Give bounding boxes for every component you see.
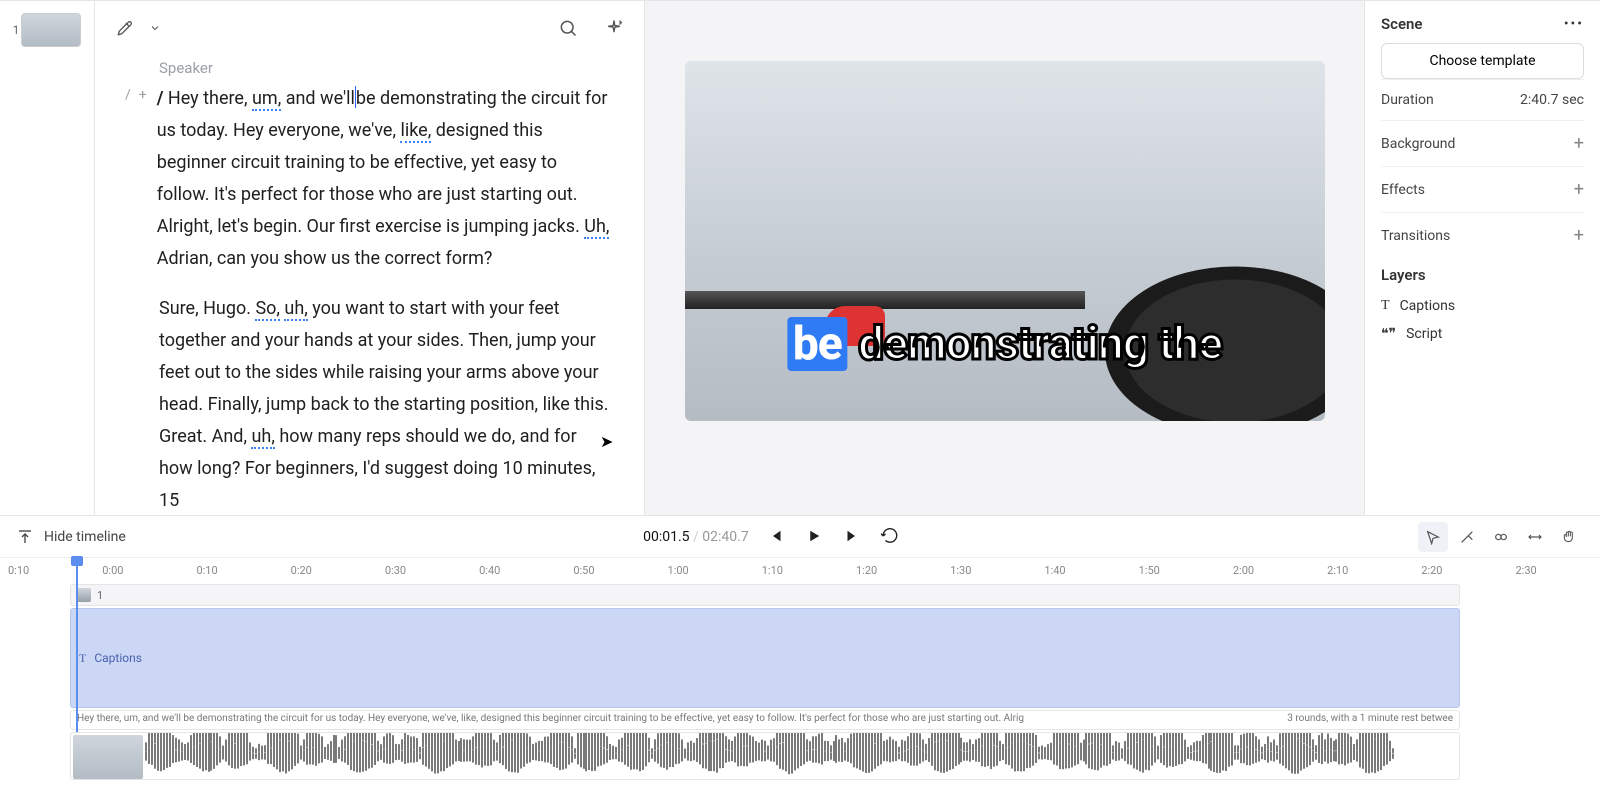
filler-word[interactable]: uh,	[284, 298, 307, 321]
timeline-ruler[interactable]: 0:100:000:100:200:300:400:501:001:101:20…	[0, 558, 1600, 582]
plus-icon[interactable]: +	[1574, 133, 1584, 154]
plus-icon[interactable]: +	[1574, 225, 1584, 246]
effects-label: Effects	[1381, 182, 1425, 198]
filler-word[interactable]: um,	[252, 88, 281, 111]
scene-index: 1	[13, 23, 20, 37]
collapse-icon	[16, 528, 34, 546]
video-preview-area: be demonstrating the	[645, 1, 1365, 515]
properties-panel: Scene ••• Choose template Duration 2:40.…	[1365, 1, 1600, 515]
filler-word[interactable]: like,	[400, 120, 431, 143]
timeline-tools	[1418, 522, 1584, 552]
effects-row[interactable]: Effects +	[1381, 166, 1584, 212]
caption-overlay: be demonstrating the	[787, 317, 1222, 371]
script-toolbar	[95, 1, 644, 55]
hide-timeline-button[interactable]: Hide timeline	[16, 528, 126, 546]
video-preview[interactable]: be demonstrating the	[685, 61, 1325, 421]
chevron-down-icon[interactable]	[143, 16, 167, 40]
transitions-label: Transitions	[1381, 228, 1450, 244]
more-icon[interactable]: •••	[1564, 16, 1584, 32]
loop-button[interactable]	[881, 527, 901, 547]
layer-script[interactable]: ❝❞ Script	[1381, 320, 1584, 348]
time-current: 00:01.5	[643, 529, 689, 545]
quotes-icon: ❝❞	[1381, 326, 1396, 342]
plus-icon[interactable]: +	[1574, 179, 1584, 200]
layers-heading: Layers	[1381, 266, 1584, 284]
script-body[interactable]: Speaker / + / Hey there, um, and we'llbe…	[95, 55, 644, 515]
script-track[interactable]: Hey there, um, and we'll be demonstratin…	[70, 710, 1460, 730]
panel-title: Scene	[1381, 15, 1423, 33]
text-icon: T	[1381, 298, 1390, 314]
filler-word[interactable]: So,	[255, 298, 280, 321]
search-icon[interactable]	[556, 16, 580, 40]
speaker-label[interactable]: Speaker	[159, 59, 614, 77]
waveform	[145, 737, 1455, 775]
script-panel: Speaker / + / Hey there, um, and we'llbe…	[95, 1, 645, 515]
playback-controls: 00:01.5 / 02:40.7	[643, 527, 901, 547]
hand-tool[interactable]	[1554, 522, 1584, 552]
timeline-tracks[interactable]: 1 T Captions Hey there, um, and we'll be…	[0, 584, 1600, 780]
sparkle-icon[interactable]	[602, 16, 626, 40]
duration-row: Duration 2:40.7 sec	[1381, 79, 1584, 120]
scene-thumbnail-image	[21, 13, 81, 47]
play-button[interactable]	[805, 527, 825, 547]
audio-track[interactable]	[70, 732, 1460, 780]
transcript-paragraph-2[interactable]: Sure, Hugo. So, uh, you want to start wi…	[159, 293, 614, 515]
clip-thumbnail	[73, 735, 143, 779]
scene-thumb-mini	[77, 588, 91, 602]
duration-label: Duration	[1381, 92, 1434, 108]
layer-captions[interactable]: T Captions	[1381, 292, 1584, 320]
skip-forward-button[interactable]	[843, 527, 863, 547]
preview-graphic	[685, 291, 1085, 309]
filler-word[interactable]: uh,	[251, 426, 274, 449]
transcript-paragraph-1[interactable]: / Hey there, um, and we'llbe demonstrati…	[157, 83, 614, 275]
playhead[interactable]	[76, 562, 78, 734]
scene-thumbnail-1[interactable]: 1	[13, 13, 82, 47]
slash-command-button[interactable]: /	[125, 87, 131, 275]
scene-thumbnails: 1	[0, 1, 95, 515]
select-tool[interactable]	[1418, 522, 1448, 552]
time-total: 02:40.7	[702, 529, 748, 545]
link-tool[interactable]	[1486, 522, 1516, 552]
filler-word[interactable]: Uh,	[584, 216, 609, 239]
blade-tool[interactable]	[1452, 522, 1482, 552]
pen-icon[interactable]	[113, 16, 137, 40]
caption-highlight-word: be	[787, 317, 848, 371]
scene-track[interactable]: 1	[70, 584, 1460, 606]
transitions-row[interactable]: Transitions +	[1381, 212, 1584, 258]
captions-track[interactable]: T Captions	[70, 608, 1460, 708]
resize-tool[interactable]	[1520, 522, 1550, 552]
block-controls: / +	[125, 87, 147, 275]
timeline-panel: Hide timeline 00:01.5 / 02:40.7 0:100:00…	[0, 515, 1600, 800]
text-icon: T	[79, 651, 86, 666]
duration-value: 2:40.7 sec	[1520, 92, 1584, 108]
skip-back-button[interactable]	[767, 527, 787, 547]
background-label: Background	[1381, 136, 1455, 152]
add-block-button[interactable]: +	[139, 87, 147, 275]
choose-template-button[interactable]: Choose template	[1381, 43, 1584, 79]
background-row[interactable]: Background +	[1381, 120, 1584, 166]
